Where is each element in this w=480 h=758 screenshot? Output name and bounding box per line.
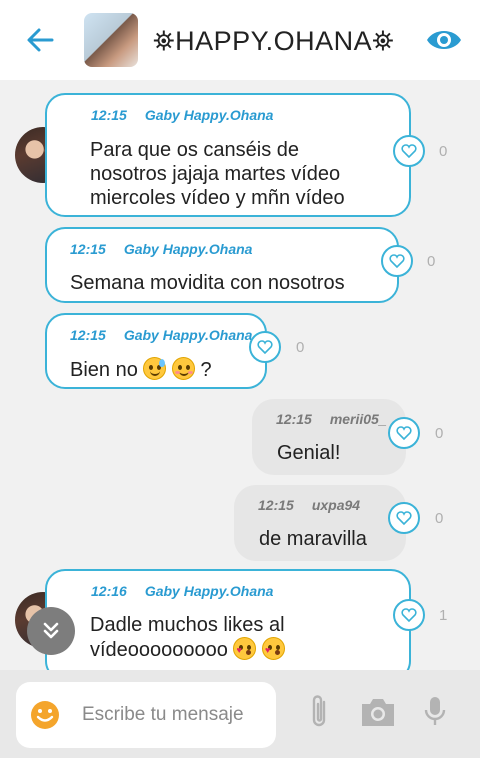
like-count: 0 <box>435 510 444 527</box>
arrow-left-icon <box>27 28 54 52</box>
message-input[interactable] <box>82 682 272 748</box>
heart-outline-icon <box>389 254 405 269</box>
chat-avatar[interactable] <box>84 13 138 67</box>
message-time: 12:15 <box>258 497 294 513</box>
message-author: Gaby Happy.Ohana <box>123 327 253 343</box>
message-author: Gaby Happy.Ohana <box>123 241 253 257</box>
camera-button[interactable] <box>358 692 398 732</box>
view-button[interactable] <box>424 22 464 58</box>
message-line: miercoles vídeo y mñn vídeo <box>90 187 345 209</box>
attach-button[interactable] <box>304 692 334 732</box>
message-line: Para que os canséis de <box>90 139 300 161</box>
message-time: 12:15 <box>70 327 106 343</box>
message-input-box[interactable] <box>16 682 276 748</box>
message-bubble-outgoing[interactable]: 12:15 uxpa94 de maravilla <box>234 485 406 561</box>
camera-icon <box>362 699 394 726</box>
message-bubble[interactable]: 12:15 Gaby Happy.Ohana Bien no ? <box>45 313 267 389</box>
emoji-button[interactable] <box>28 698 62 732</box>
chat-title[interactable]: ⛯HAPPY.OHANA⛯ <box>153 26 394 58</box>
like-count: 0 <box>296 339 305 356</box>
message-author: Gaby Happy.Ohana <box>144 107 274 123</box>
chat-header: ⛯HAPPY.OHANA⛯ <box>0 0 480 80</box>
message-bubble[interactable]: 12:15 Gaby Happy.Ohana Para que os canséi… <box>45 93 411 217</box>
like-button[interactable] <box>388 502 420 534</box>
heart-outline-icon <box>401 608 417 623</box>
heart-outline-icon <box>401 144 417 159</box>
message-text: de maravilla <box>259 528 367 550</box>
like-button[interactable] <box>388 417 420 449</box>
message-text: Dadle muchos likes al vídeooooooooo ♥ ♥ <box>90 613 286 662</box>
like-button[interactable] <box>393 599 425 631</box>
like-button[interactable] <box>393 135 425 167</box>
message-line: nosotros jajaja martes vídeo <box>90 163 341 185</box>
message-meta: 12:15 Gaby Happy.Ohana <box>70 241 252 257</box>
message-bubble[interactable]: 12:15 Gaby Happy.Ohana Semana movidita co… <box>45 227 399 303</box>
eye-icon <box>427 31 461 49</box>
message-time: 12:15 <box>70 241 106 257</box>
message-author: Gaby Happy.Ohana <box>144 583 274 599</box>
kiss-heart-emoji: ♥ <box>233 637 257 660</box>
message-bubble-outgoing[interactable]: 12:15 merii05_ Genial! <box>252 399 406 475</box>
message-text: Para que os canséis de nosotros jajaja m… <box>90 138 345 210</box>
message-time: 12:16 <box>91 583 127 599</box>
message-text: Genial! <box>277 442 341 464</box>
kiss-heart-emoji: ♥ <box>262 637 286 660</box>
message-line: vídeooooooooo ♥ ♥ <box>90 637 286 662</box>
like-count: 0 <box>427 253 436 270</box>
message-time: 12:15 <box>276 411 312 427</box>
like-count: 1 <box>439 607 448 624</box>
message-bubble[interactable]: 12:16 Gaby Happy.Ohana Dadle muchos likes… <box>45 569 411 670</box>
double-chevron-down-icon <box>43 622 59 639</box>
heart-outline-icon <box>257 340 273 355</box>
message-line: Dadle muchos likes al <box>90 614 285 636</box>
message-feed[interactable]: 12:15 Gaby Happy.Ohana Para que os canséi… <box>0 80 480 670</box>
message-text-part: ? <box>200 359 212 381</box>
message-meta: 12:15 uxpa94 <box>258 497 360 513</box>
message-text-part: vídeooooooooo <box>90 639 228 661</box>
like-count: 0 <box>435 425 444 442</box>
message-author: uxpa94 <box>311 497 361 513</box>
blush-smile-emoji <box>171 357 195 380</box>
like-button[interactable] <box>381 245 413 277</box>
message-text: Semana movidita con nosotros <box>70 272 345 294</box>
message-meta: 12:15 merii05_ <box>276 411 387 427</box>
microphone-button[interactable] <box>420 692 450 732</box>
paperclip-icon <box>312 695 326 727</box>
message-text: Bien no ? <box>70 357 212 382</box>
smile-icon <box>31 701 59 729</box>
message-meta: 12:15 Gaby Happy.Ohana <box>91 107 273 123</box>
heart-outline-icon <box>396 511 412 526</box>
scroll-down-button[interactable] <box>27 607 75 655</box>
heart-outline-icon <box>396 426 412 441</box>
sweat-smile-emoji <box>143 357 167 380</box>
message-meta: 12:16 Gaby Happy.Ohana <box>91 583 273 599</box>
message-text-part: Bien no <box>70 359 138 381</box>
message-time: 12:15 <box>91 107 127 123</box>
like-count: 0 <box>439 143 448 160</box>
like-button[interactable] <box>249 331 281 363</box>
back-button[interactable] <box>22 22 58 58</box>
message-author: merii05_ <box>329 411 387 427</box>
microphone-icon <box>424 697 446 725</box>
message-meta: 12:15 Gaby Happy.Ohana <box>70 327 252 343</box>
message-composer <box>0 670 480 758</box>
